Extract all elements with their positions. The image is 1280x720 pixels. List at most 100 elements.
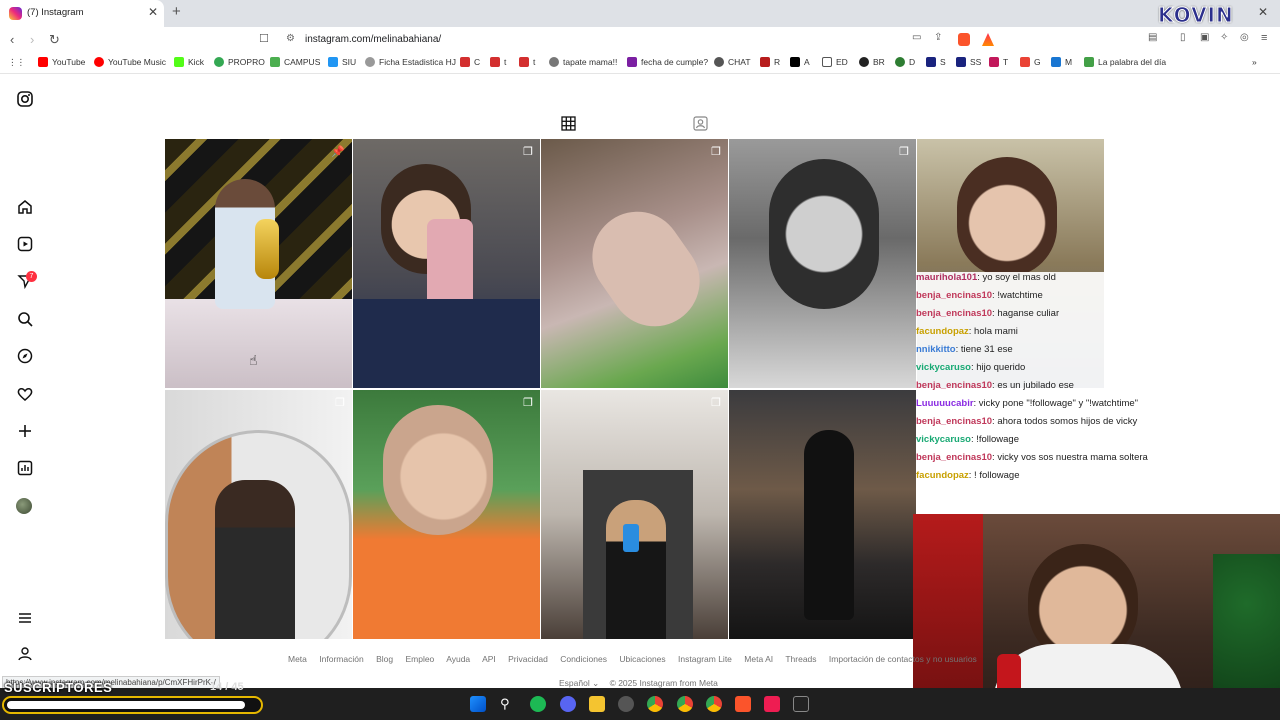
chrome-icon[interactable] (647, 696, 663, 712)
post-1[interactable]: 📌 (165, 139, 352, 388)
cast-icon[interactable]: ▭ (912, 32, 921, 43)
tab-close-icon[interactable]: ✕ (148, 5, 158, 19)
footer-link[interactable]: Ayuda (446, 654, 470, 664)
footer-link[interactable]: Instagram Lite (678, 654, 732, 664)
epic-games-icon[interactable] (793, 696, 809, 712)
bookmark-t2[interactable]: t (519, 57, 535, 67)
wallet-icon[interactable]: ▣ (1200, 32, 1209, 43)
chat-line: maurihola101: yo soy el mas old (916, 272, 1280, 289)
posts-grid-icon[interactable] (561, 116, 576, 134)
footer-link[interactable]: Información (319, 654, 363, 664)
sidebar-toggle-icon[interactable]: ▯ (1180, 32, 1186, 43)
chrome-icon[interactable] (706, 696, 722, 712)
post-7[interactable]: ❐ (353, 390, 540, 639)
back-icon[interactable]: ‹ (10, 32, 14, 47)
browser-tab[interactable]: (7) Instagram ✕ (0, 0, 164, 27)
explore-icon[interactable] (16, 348, 34, 366)
home-icon[interactable] (16, 199, 34, 217)
site-info-icon[interactable]: ⚙ (286, 33, 295, 44)
post-2[interactable]: ❐ (353, 139, 540, 388)
search-icon[interactable] (16, 311, 34, 329)
bookmark-ss[interactable]: SS (956, 57, 981, 67)
carousel-icon: ❐ (335, 397, 345, 409)
footer-link[interactable]: Threads (785, 654, 816, 664)
bookmarks-more-icon[interactable]: » (1252, 57, 1257, 67)
profile-avatar[interactable] (16, 498, 32, 514)
post-8[interactable]: ❐ (541, 390, 728, 639)
bookmark-palabra[interactable]: La palabra del día (1084, 57, 1166, 67)
brave-icon[interactable] (735, 696, 751, 712)
chat-line: benja_encinas10: !watchtime (916, 290, 1280, 307)
footer-link[interactable]: Ubicaciones (619, 654, 665, 664)
bookmark-kick[interactable]: Kick (174, 57, 204, 67)
footer-link[interactable]: Meta AI (744, 654, 773, 664)
footer-link[interactable]: Meta (288, 654, 307, 664)
heart-icon[interactable] (16, 386, 34, 404)
bookmark-youtube[interactable]: YouTube (38, 57, 85, 67)
mouse-cursor-icon: ☝ (249, 352, 258, 368)
bookmark-a[interactable]: A (790, 57, 810, 67)
post-8-figure (606, 500, 666, 639)
post-4[interactable]: ❐ (729, 139, 916, 388)
bookmark-siu[interactable]: SIU (328, 57, 356, 67)
instagram-icon[interactable] (16, 91, 34, 109)
footer-link[interactable]: Privacidad (508, 654, 548, 664)
leo-icon[interactable]: ✧ (1220, 32, 1228, 43)
footer-link[interactable]: Condiciones (560, 654, 607, 664)
apps-icon[interactable]: ⋮⋮ (8, 57, 25, 68)
create-icon[interactable] (16, 423, 34, 441)
forward-icon[interactable]: › (30, 32, 34, 47)
bookmark-m[interactable]: M (1051, 57, 1072, 67)
post-3[interactable]: ❐ (541, 139, 728, 388)
bookmark-br[interactable]: BR (859, 57, 885, 67)
tagged-icon[interactable] (693, 116, 708, 134)
windows-start-icon[interactable] (470, 696, 486, 712)
bookmark-chat[interactable]: CHAT (714, 57, 751, 67)
share-icon[interactable]: ⇪ (934, 32, 942, 43)
spotify-icon[interactable] (530, 696, 546, 712)
chrome-icon[interactable] (677, 696, 693, 712)
menu-icon[interactable] (16, 610, 34, 628)
footer-link[interactable]: Importación de contactos y no usuarios (829, 654, 977, 664)
file-explorer-icon[interactable] (589, 696, 605, 712)
post-6[interactable]: ❐ (165, 390, 352, 639)
post-9[interactable] (729, 390, 916, 639)
discord-icon[interactable] (560, 696, 576, 712)
bookmark-youtube-music[interactable]: YouTube Music (94, 57, 166, 67)
t3-icon (989, 57, 999, 67)
bookmark-c[interactable]: C (460, 57, 480, 67)
bookmark-s[interactable]: S (926, 57, 946, 67)
footer-link[interactable]: Blog (376, 654, 393, 664)
bookmark-r[interactable]: R (760, 57, 780, 67)
bookmark-t1[interactable]: t (490, 57, 506, 67)
vpn-icon[interactable]: ◎ (1240, 32, 1249, 43)
t-icon (519, 57, 529, 67)
tab-search-icon[interactable]: ▤ (1148, 32, 1157, 43)
reels-icon[interactable] (16, 236, 34, 254)
bookmark-campus[interactable]: CAMPUS (270, 57, 320, 67)
reload-icon[interactable]: ↻ (49, 32, 60, 48)
obs-icon[interactable] (618, 696, 634, 712)
bookmark-ed[interactable]: ED (822, 57, 848, 67)
bookmark-ficha[interactable]: Ficha Estadistica HJ (365, 57, 456, 67)
address-bar[interactable]: ⚙ instagram.com/melinabahiana/ (274, 29, 1004, 51)
footer-link[interactable]: Empleo (405, 654, 434, 664)
bookmark-t3[interactable]: T (989, 57, 1008, 67)
browser-menu-icon[interactable]: ≡ (1261, 32, 1267, 44)
bookmark-g[interactable]: G (1020, 57, 1041, 67)
threads-icon[interactable] (16, 646, 34, 664)
bookmark-tapate[interactable]: tapate mama!! (549, 57, 617, 67)
new-tab-icon[interactable]: + (172, 3, 181, 20)
bookmark-propro[interactable]: PROPRO (214, 57, 265, 67)
language-select[interactable]: Español (559, 678, 590, 688)
bookmark-icon[interactable]: ☐ (259, 32, 269, 45)
bookmark-d[interactable]: D (895, 57, 915, 67)
brave-shield-icon[interactable] (958, 33, 970, 46)
tiktok-icon[interactable] (764, 696, 780, 712)
search-icon[interactable]: ⚲ (500, 696, 516, 712)
footer-link[interactable]: API (482, 654, 496, 664)
dashboard-icon[interactable] (16, 460, 34, 478)
chat-user: benja_encinas10 (916, 308, 993, 319)
bookmark-fecha[interactable]: fecha de cumple? (627, 57, 708, 67)
window-close-icon[interactable]: ✕ (1258, 5, 1268, 19)
